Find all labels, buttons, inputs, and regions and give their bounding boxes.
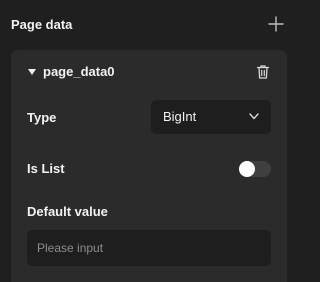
default-value-input[interactable] (27, 230, 271, 266)
chevron-down-icon (249, 113, 259, 120)
page-data-item-header[interactable]: page_data0 (11, 50, 287, 94)
caret-down-icon[interactable] (27, 68, 37, 76)
panel-header: Page data (0, 0, 289, 50)
type-label: Type (27, 110, 57, 125)
type-select-value: BigInt (163, 109, 197, 124)
page-data-item-name: page_data0 (43, 64, 115, 79)
default-value-label: Default value (27, 204, 108, 219)
type-select[interactable]: BigInt (151, 100, 271, 134)
page-data-panel: Page data page_data0 Type BigInt Is List… (0, 0, 289, 282)
plus-icon[interactable] (267, 15, 285, 33)
is-list-toggle[interactable] (239, 161, 271, 177)
toggle-knob (239, 161, 255, 177)
page-data-item: page_data0 Type BigInt Is List Default v… (11, 50, 287, 282)
is-list-label: Is List (27, 161, 65, 176)
panel-title: Page data (11, 17, 73, 32)
trash-icon[interactable] (255, 64, 271, 80)
